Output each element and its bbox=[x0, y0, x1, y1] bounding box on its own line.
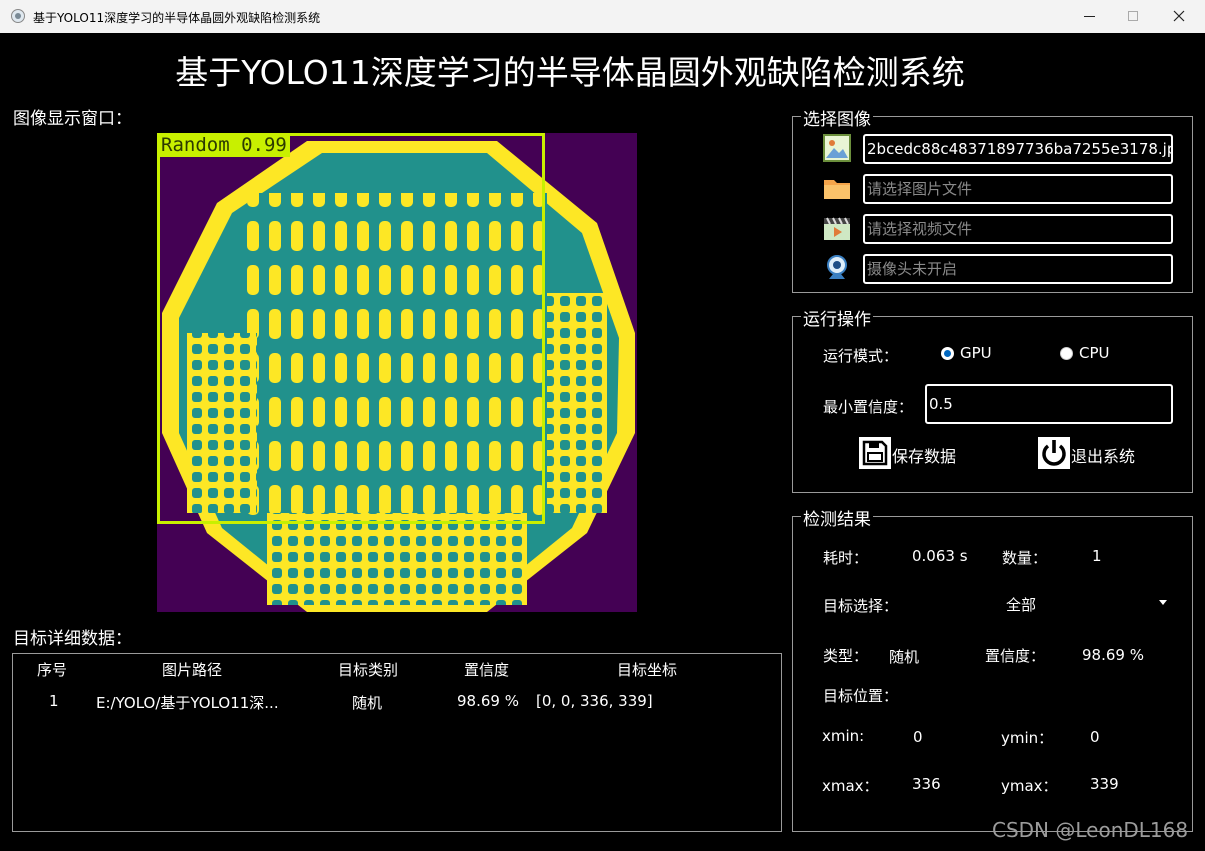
save-icon bbox=[859, 437, 891, 469]
close-icon bbox=[1173, 10, 1185, 22]
detection-results-group: 检测结果 耗时： 0.063 s 数量： 1 目标选择： 全部 类型： 随机 置… bbox=[792, 505, 1193, 832]
count-value: 1 bbox=[1092, 547, 1102, 565]
image-panel-label: 图像显示窗口： bbox=[13, 109, 132, 129]
detection-label: Random 0.99 bbox=[158, 133, 290, 157]
chevron-down-icon bbox=[1159, 600, 1167, 605]
xmin-label: xmin: bbox=[822, 727, 865, 745]
page-title: 基于YOLO11深度学习的半导体晶圆外观缺陷检测系统 bbox=[175, 53, 965, 92]
xmin-value: 0 bbox=[913, 728, 923, 746]
image-file-field[interactable]: 2bcedc88c48371897736ba7255e3178.jpg bbox=[863, 134, 1173, 164]
detection-box bbox=[157, 133, 545, 524]
minimize-icon bbox=[1084, 16, 1095, 17]
save-data-button[interactable]: 保存数据 bbox=[859, 437, 969, 469]
col-header-index: 序号 bbox=[37, 661, 68, 679]
window-title: 基于YOLO11深度学习的半导体晶圆外观缺陷检测系统 bbox=[33, 11, 321, 25]
col-header-conf: 置信度 bbox=[464, 661, 510, 679]
cpu-radio-label[interactable]: CPU bbox=[1079, 344, 1110, 362]
xmax-label: xmax： bbox=[822, 777, 879, 795]
minimize-button[interactable] bbox=[1067, 0, 1113, 33]
min-confidence-label: 最小置信度： bbox=[823, 398, 914, 416]
type-label: 类型： bbox=[823, 647, 869, 665]
target-position-label: 目标位置： bbox=[823, 687, 899, 705]
time-label: 耗时： bbox=[823, 549, 869, 567]
cell-conf[interactable]: 98.69 % bbox=[457, 692, 519, 710]
run-operation-group: 运行操作 运行模式： GPU CPU 最小置信度： 0.5 保存数据 退出系统 bbox=[792, 305, 1193, 493]
cell-path[interactable]: E:/YOLO/基于YOLO11深... bbox=[96, 692, 279, 713]
target-select-dropdown[interactable]: 全部 bbox=[973, 592, 1173, 616]
power-icon bbox=[1038, 437, 1070, 469]
run-operation-title: 运行操作 bbox=[801, 305, 873, 330]
maximize-icon bbox=[1128, 11, 1138, 21]
confidence-value: 98.69 % bbox=[1082, 646, 1144, 664]
save-data-label: 保存数据 bbox=[892, 447, 957, 466]
ymax-value: 339 bbox=[1090, 775, 1119, 793]
maximize-button[interactable] bbox=[1110, 0, 1156, 33]
window-titlebar: 基于YOLO11深度学习的半导体晶圆外观缺陷检测系统 bbox=[0, 0, 1205, 33]
image-display: Random 0.99 bbox=[157, 133, 637, 612]
count-label: 数量： bbox=[1002, 549, 1048, 567]
image-folder-field[interactable]: 请选择图片文件 bbox=[863, 174, 1173, 204]
cell-class[interactable]: 随机 bbox=[352, 692, 382, 713]
detection-results-title: 检测结果 bbox=[801, 505, 873, 530]
close-button[interactable] bbox=[1156, 0, 1202, 33]
select-image-title: 选择图像 bbox=[801, 105, 873, 130]
cpu-radio[interactable] bbox=[1060, 347, 1073, 360]
cell-coords[interactable]: [0, 0, 336, 339] bbox=[536, 692, 653, 710]
run-mode-label: 运行模式： bbox=[823, 347, 899, 365]
time-value: 0.063 s bbox=[912, 547, 968, 565]
col-header-coords: 目标坐标 bbox=[617, 661, 678, 679]
app-icon bbox=[11, 9, 25, 23]
ymax-label: ymax： bbox=[1001, 777, 1058, 795]
cell-index[interactable]: 1 bbox=[49, 692, 59, 710]
target-select-value: 全部 bbox=[1006, 596, 1037, 614]
exit-system-label: 退出系统 bbox=[1071, 447, 1136, 466]
video-file-field[interactable]: 请选择视频文件 bbox=[863, 214, 1173, 244]
ymin-value: 0 bbox=[1090, 728, 1100, 746]
col-header-path: 图片路径 bbox=[162, 661, 223, 679]
folder-icon[interactable] bbox=[823, 174, 851, 202]
col-header-class: 目标类别 bbox=[338, 661, 399, 679]
image-file-icon[interactable] bbox=[823, 134, 851, 162]
watermark: CSDN @LeonDL168 bbox=[992, 818, 1189, 842]
type-value: 随机 bbox=[889, 648, 920, 666]
results-table[interactable]: 序号 图片路径 目标类别 置信度 目标坐标 1 E:/YOLO/基于YOLO11… bbox=[12, 653, 782, 832]
gpu-radio-label[interactable]: GPU bbox=[960, 344, 992, 362]
camera-field[interactable]: 摄像头未开启 bbox=[863, 254, 1173, 284]
webcam-icon[interactable] bbox=[823, 254, 851, 282]
xmax-value: 336 bbox=[912, 775, 941, 793]
exit-system-button[interactable]: 退出系统 bbox=[1038, 437, 1148, 469]
table-label: 目标详细数据： bbox=[13, 629, 132, 649]
min-confidence-input[interactable]: 0.5 bbox=[925, 384, 1173, 424]
target-select-label: 目标选择： bbox=[823, 597, 899, 615]
confidence-label: 置信度： bbox=[985, 647, 1046, 665]
ymin-label: ymin： bbox=[1001, 729, 1054, 747]
gpu-radio[interactable] bbox=[941, 347, 954, 360]
video-icon[interactable] bbox=[823, 214, 851, 242]
select-image-group: 选择图像 2bcedc88c48371897736ba7255e3178.jpg… bbox=[792, 105, 1193, 293]
